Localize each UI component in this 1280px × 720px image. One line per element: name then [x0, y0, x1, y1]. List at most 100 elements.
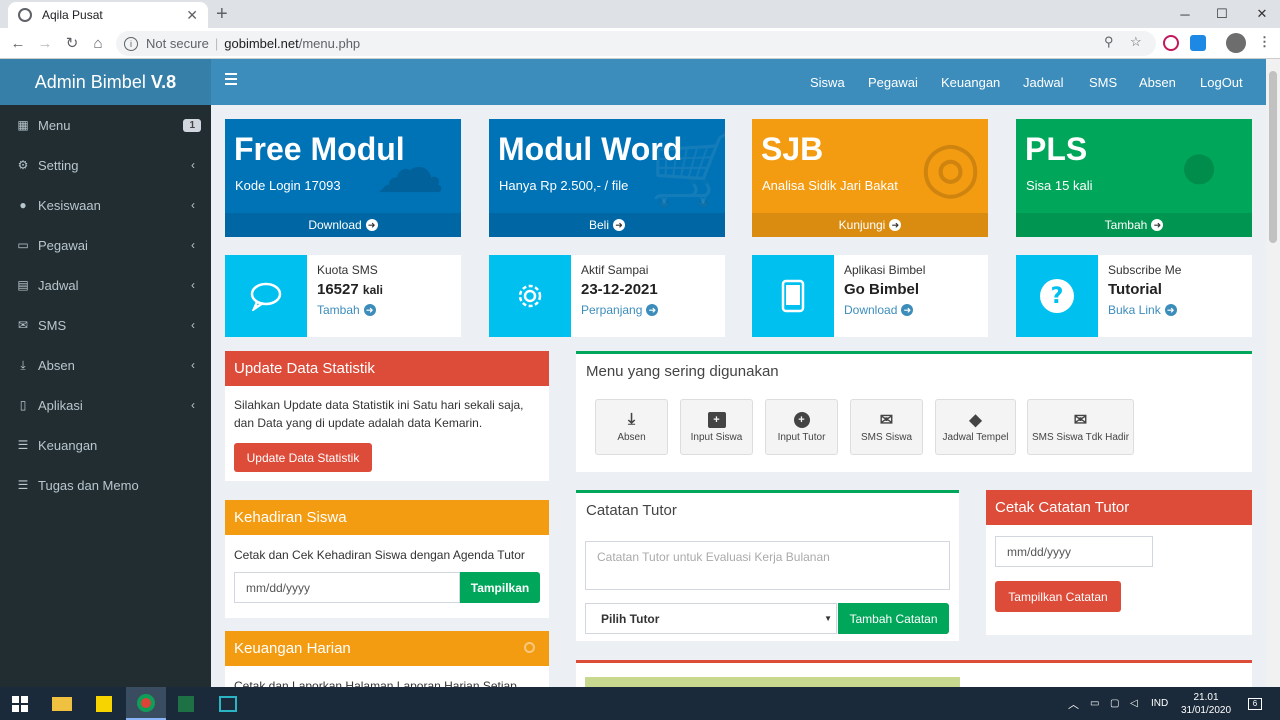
info-box-aktif-sampai: Aktif Sampai 23-12-2021 Perpanjang ➜ — [489, 255, 725, 337]
minimize-button[interactable]: ─ — [1167, 0, 1203, 28]
battery-icon[interactable]: ▭ — [1090, 687, 1099, 720]
notification-icon[interactable]: 6 — [1248, 687, 1262, 720]
nav-pegawai[interactable]: Pegawai — [868, 59, 918, 105]
tampilkan-button[interactable]: Tampilkan — [460, 572, 540, 603]
quick-input-tutor-button[interactable]: + Input Tutor — [765, 399, 838, 455]
close-window-button[interactable]: ✕ — [1244, 0, 1280, 28]
pilih-tutor-select[interactable]: Pilih Tutor ▼ — [585, 603, 837, 634]
clock[interactable]: 21.01 31/01/2020 — [1178, 687, 1234, 720]
language-indicator[interactable]: IND — [1151, 687, 1168, 720]
panel-keuangan-harian: Keuangan Harian Cetak dan Laporkan Halam… — [225, 631, 549, 687]
main-content: ☁ Free Modul Kode Login 17093 Download ➜ … — [211, 105, 1266, 687]
sidebar: Admin Bimbel V.8 ▦ Menu 1 ⚙ Setting ‹ ● K… — [0, 59, 211, 687]
close-tab-icon[interactable]: ✕ — [186, 7, 198, 24]
small-box-free-modul: ☁ Free Modul Kode Login 17093 Download ➜ — [225, 119, 461, 237]
quick-sms-tdk-hadir-button[interactable]: ✉ SMS Siswa Tdk Hadir — [1027, 399, 1134, 455]
app-logo[interactable]: Admin Bimbel V.8 — [0, 59, 211, 105]
arrow-circle-icon: ➜ — [889, 219, 902, 231]
quick-absen-button[interactable]: ⤓ Absen — [595, 399, 668, 455]
file-explorer-icon[interactable] — [42, 687, 82, 720]
volume-icon[interactable]: ◁ — [1130, 687, 1138, 720]
extension-icon[interactable] — [1163, 35, 1179, 51]
cetak-catatan-date-input[interactable]: mm/dd/yyyy — [995, 536, 1153, 567]
page-scrollbar[interactable] — [1266, 59, 1280, 687]
network-icon[interactable]: ▢ — [1110, 687, 1119, 720]
collapse-icon[interactable] — [524, 642, 535, 653]
menu-badge: 1 — [183, 118, 201, 132]
chrome-icon[interactable] — [126, 687, 166, 720]
nav-absen[interactable]: Absen — [1139, 59, 1176, 105]
small-box-modul-word: 🛒 Modul Word Hanya Rp 2.500,- / file Bel… — [489, 119, 725, 237]
sidebar-item-pegawai[interactable]: ▭ Pegawai ‹ — [0, 225, 211, 265]
panel-cetak-catatan: Cetak Catatan Tutor mm/dd/yyyy Tampilkan… — [986, 490, 1252, 635]
maximize-button[interactable]: ☐ — [1204, 0, 1240, 28]
shield-extension-icon[interactable] — [1190, 35, 1206, 51]
new-tab-button[interactable]: + — [216, 3, 228, 26]
browser-tab[interactable]: Aqila Pusat ✕ — [8, 2, 208, 28]
sidebar-item-aplikasi[interactable]: ▯ Aplikasi ‹ — [0, 385, 211, 425]
info-box-link[interactable]: Perpanjang ➜ — [581, 303, 659, 317]
hamburger-menu-icon[interactable] — [225, 73, 237, 85]
info-box-link[interactable]: Tambah ➜ — [317, 303, 376, 317]
mobile-icon: ▯ — [19, 398, 27, 412]
zoom-icon[interactable]: ⚲ — [1104, 34, 1114, 50]
update-statistik-button[interactable]: Update Data Statistik — [234, 443, 372, 472]
arrow-circle-icon: ➜ — [613, 219, 625, 231]
arrow-circle-icon: ➜ — [1151, 219, 1164, 231]
windows-start-icon[interactable] — [0, 687, 40, 720]
sidebar-item-absen[interactable]: ⤓ Absen ‹ — [0, 345, 211, 385]
browser-menu-icon[interactable]: ⋮ — [1258, 34, 1271, 50]
nav-sms[interactable]: SMS — [1089, 59, 1117, 105]
bookmark-star-icon[interactable]: ☆ — [1130, 34, 1142, 50]
sidebar-item-tugas[interactable]: ☰ Tugas dan Memo — [0, 465, 211, 505]
info-box-link[interactable]: Buka Link ➜ — [1108, 303, 1177, 317]
nav-logout[interactable]: LogOut — [1200, 59, 1243, 105]
plus-circle-icon: + — [793, 411, 810, 428]
sidebar-item-jadwal[interactable]: ▤ Jadwal ‹ — [0, 265, 211, 305]
address-bar[interactable]: i Not secure | gobimbel.net /menu.php — [116, 31, 1156, 56]
chevron-left-icon: ‹ — [191, 318, 195, 332]
excel-icon[interactable] — [166, 687, 206, 720]
kehadiran-date-input[interactable]: mm/dd/yyyy — [234, 572, 460, 603]
chevron-left-icon: ‹ — [191, 398, 195, 412]
small-box-sjb: ◎ SJB Analisa Sidik Jari Bakat Kunjungi ➜ — [752, 119, 988, 237]
home-icon[interactable]: ⌂ — [88, 33, 108, 53]
info-icon[interactable]: i — [124, 36, 138, 51]
nav-jadwal[interactable]: Jadwal — [1023, 59, 1063, 105]
tray-chevron-icon[interactable]: ︿ — [1068, 687, 1079, 720]
reload-icon[interactable]: ↻ — [62, 33, 82, 53]
sidebar-item-sms[interactable]: ✉ SMS ‹ — [0, 305, 211, 345]
tampilkan-catatan-button[interactable]: Tampilkan Catatan — [995, 581, 1121, 612]
panel-title: Catatan Tutor — [586, 502, 677, 519]
small-box-footer-link[interactable]: Download ➜ — [225, 213, 461, 237]
quick-jadwal-tempel-button[interactable]: ◆ Jadwal Tempel — [935, 399, 1016, 455]
sidebar-item-keuangan[interactable]: ☰ Keuangan — [0, 425, 211, 465]
small-box-footer-link[interactable]: Beli ➜ — [489, 213, 725, 237]
id-card-icon: ▭ — [17, 238, 29, 252]
url-path: /menu.php — [298, 36, 361, 51]
back-icon[interactable]: ← — [8, 33, 28, 53]
sidebar-item-menu[interactable]: ▦ Menu 1 — [0, 105, 211, 145]
calendar-icon: ▤ — [17, 278, 29, 292]
panel-kehadiran-siswa: Kehadiran Siswa Cetak dan Cek Kehadiran … — [225, 500, 549, 618]
plus-square-icon: + — [707, 411, 726, 428]
chevron-left-icon: ‹ — [191, 278, 195, 292]
nav-keuangan[interactable]: Keuangan — [941, 59, 1000, 105]
small-box-footer-link[interactable]: Kunjungi ➜ — [752, 213, 988, 237]
globe-icon — [18, 8, 32, 22]
nav-siswa[interactable]: Siswa — [810, 59, 845, 105]
info-box-link[interactable]: Download ➜ — [844, 303, 914, 317]
sidebar-item-kesiswaan[interactable]: ● Kesiswaan ‹ — [0, 185, 211, 225]
quick-input-siswa-button[interactable]: + Input Siswa — [680, 399, 753, 455]
sticky-notes-icon[interactable] — [84, 687, 124, 720]
small-box-footer-link[interactable]: Tambah ➜ — [1016, 213, 1252, 237]
catatan-textarea[interactable]: Catatan Tutor untuk Evaluasi Kerja Bulan… — [585, 541, 950, 590]
profile-avatar[interactable] — [1226, 33, 1246, 53]
app-icon[interactable] — [208, 687, 248, 720]
sidebar-item-setting[interactable]: ⚙ Setting ‹ — [0, 145, 211, 185]
quick-sms-siswa-button[interactable]: ✉ SMS Siswa — [850, 399, 923, 455]
forward-icon[interactable]: → — [35, 33, 55, 53]
envelope-icon: ✉ — [879, 411, 894, 429]
tambah-catatan-button[interactable]: Tambah Catatan — [838, 603, 949, 634]
top-navbar: Siswa Pegawai Keuangan Jadwal SMS Absen … — [211, 59, 1266, 105]
